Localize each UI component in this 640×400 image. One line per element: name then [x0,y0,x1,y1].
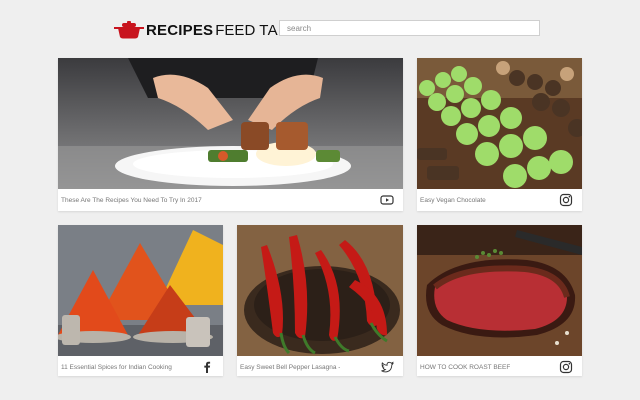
green-chocolate-truffles-image[interactable] [417,58,582,189]
twitter-icon[interactable] [380,360,394,374]
red-chili-peppers-image[interactable] [237,225,403,356]
recipe-card[interactable]: 11 Essential Spices for Indian Cooking [58,225,223,376]
card-caption[interactable]: Easy Sweet Bell Pepper Lasagna - [240,364,340,371]
card-caption[interactable]: These Are The Recipes You Need To Try In… [61,197,202,204]
brand-recipes: RECIPES [146,21,214,39]
chef-plating-food-image[interactable] [58,58,403,189]
brand-name: RECIPES FEED TAB [146,22,288,39]
card-caption[interactable]: HOW TO COOK ROAST BEEF [420,364,510,371]
cooking-pot-icon [114,21,144,39]
spice-mounds-image[interactable] [58,225,223,356]
card-caption[interactable]: 11 Essential Spices for Indian Cooking [61,364,172,371]
brand-feed: FEED [215,21,256,39]
card-caption[interactable]: Easy Vegan Chocolate [420,197,486,204]
roast-beef-image[interactable] [417,225,582,356]
youtube-icon[interactable] [380,193,394,207]
search-input[interactable] [279,20,540,36]
recipe-card[interactable]: HOW TO COOK ROAST BEEF [417,225,582,376]
recipe-card[interactable]: Easy Vegan Chocolate [417,58,582,211]
recipe-card[interactable]: Easy Sweet Bell Pepper Lasagna - [237,225,403,376]
instagram-icon[interactable] [559,360,573,374]
header: RECIPES FEED TAB [0,0,640,56]
facebook-icon[interactable] [200,360,214,374]
recipe-card[interactable]: These Are The Recipes You Need To Try In… [58,58,403,211]
instagram-icon[interactable] [559,193,573,207]
logo[interactable]: RECIPES FEED TAB [114,19,288,41]
